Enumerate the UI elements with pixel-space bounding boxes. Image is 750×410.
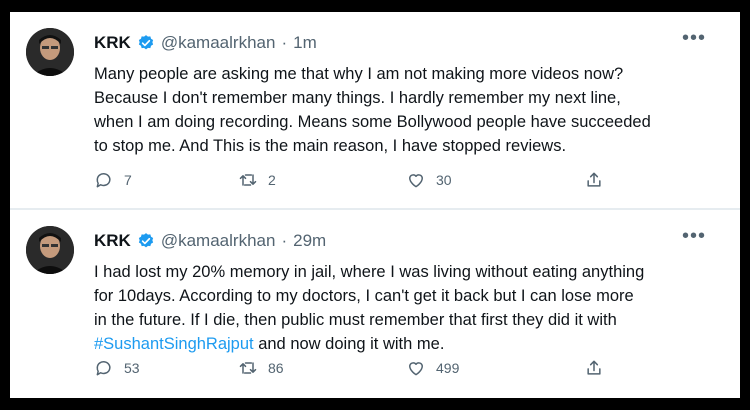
tweet-header: KRK @kamaalrkhan · 1m <box>94 32 317 54</box>
tweet-line: for 10days. According to my doctors, I c… <box>94 287 634 305</box>
author-name[interactable]: KRK <box>94 231 131 251</box>
tweet-line-last: #SushantSinghRajput and now doing it wit… <box>94 332 724 356</box>
tweet-line: Many people are asking me that why I am … <box>94 65 624 83</box>
retweet-button[interactable]: 86 <box>238 356 284 380</box>
share-icon <box>587 360 601 375</box>
reply-button[interactable]: 53 <box>94 356 140 380</box>
like-button[interactable]: 30 <box>406 168 452 192</box>
reply-icon <box>96 361 111 376</box>
like-count: 30 <box>436 172 452 188</box>
tweet-text: I had lost my 20% memory in jail, where … <box>94 260 724 356</box>
tweet-2[interactable]: KRK @kamaalrkhan · 29m ••• I had lost my… <box>10 210 740 398</box>
screenshot-frame: KRK @kamaalrkhan · 1m ••• Many people ar… <box>10 12 740 398</box>
reply-count: 7 <box>124 172 132 188</box>
more-options-icon[interactable]: ••• <box>682 226 706 246</box>
tweet-line-rest: and now doing it with me. <box>253 335 445 353</box>
reply-icon <box>96 173 111 188</box>
timestamp[interactable]: 1m <box>293 33 317 53</box>
tweet-line: when I am doing recording. Means some Bo… <box>94 113 651 131</box>
reply-button[interactable]: 7 <box>94 168 132 192</box>
tweet-line: to stop me. And This is the main reason,… <box>94 137 567 155</box>
timestamp[interactable]: 29m <box>293 231 326 251</box>
share-button[interactable] <box>584 168 604 192</box>
retweet-count: 86 <box>268 360 284 376</box>
share-icon <box>587 172 601 187</box>
author-handle[interactable]: @kamaalrkhan <box>161 231 276 251</box>
heart-icon <box>409 174 423 188</box>
reply-count: 53 <box>124 360 140 376</box>
tweet-header: KRK @kamaalrkhan · 29m <box>94 230 326 252</box>
avatar[interactable] <box>26 28 74 76</box>
author-name[interactable]: KRK <box>94 33 131 53</box>
verified-badge-icon <box>137 232 155 250</box>
retweet-button[interactable]: 2 <box>238 168 276 192</box>
tweet-actions: 53 86 499 <box>94 356 624 380</box>
retweet-icon <box>239 174 257 186</box>
tweet-1[interactable]: KRK @kamaalrkhan · 1m ••• Many people ar… <box>10 12 740 208</box>
retweet-icon <box>239 362 257 374</box>
more-options-icon[interactable]: ••• <box>682 28 706 48</box>
tweet-line: Because I don't remember many things. I … <box>94 89 621 107</box>
verified-badge-icon <box>137 34 155 52</box>
heart-icon <box>409 362 423 376</box>
tweet-line: in the future. If I die, then public mus… <box>94 311 617 329</box>
avatar[interactable] <box>26 226 74 274</box>
share-button[interactable] <box>584 356 604 380</box>
like-count: 499 <box>436 360 460 376</box>
separator: · <box>281 33 288 52</box>
author-handle[interactable]: @kamaalrkhan <box>161 33 276 53</box>
separator: · <box>281 231 288 250</box>
hashtag-link[interactable]: #SushantSinghRajput <box>94 335 254 353</box>
tweet-actions: 7 2 30 <box>94 168 624 192</box>
retweet-count: 2 <box>268 172 276 188</box>
tweet-text: Many people are asking me that why I am … <box>94 62 724 158</box>
tweet-line: I had lost my 20% memory in jail, where … <box>94 263 645 281</box>
like-button[interactable]: 499 <box>406 356 459 380</box>
